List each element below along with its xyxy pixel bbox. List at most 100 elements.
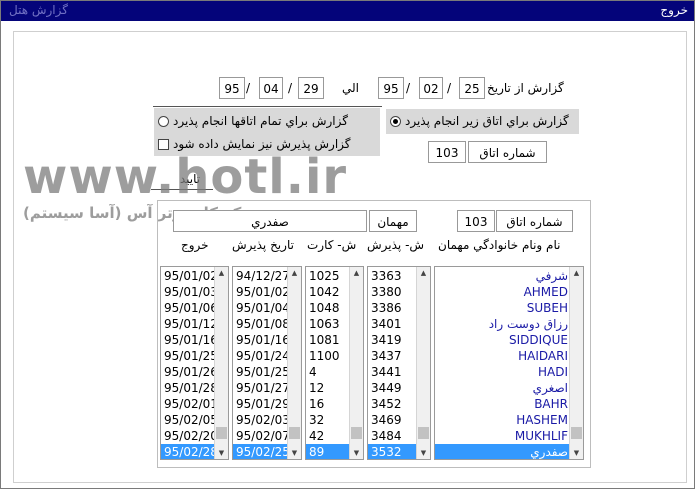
checkin-number-cell[interactable]: 3401 xyxy=(368,316,417,332)
from-month-field[interactable]: 02 xyxy=(419,77,443,99)
scroll-thumb[interactable] xyxy=(418,427,429,439)
checkout-date-cell[interactable]: 95/01/25 xyxy=(161,348,218,364)
checkin-number-cell[interactable]: 3386 xyxy=(368,300,417,316)
guest-name-cell[interactable]: MUKHLIF xyxy=(435,428,570,444)
checkout-date-cell[interactable]: 95/02/05 xyxy=(161,412,218,428)
list-scrollbar[interactable]: ▲ ▼ xyxy=(416,267,430,459)
checkout-date-list[interactable]: 95/01/02 95/01/03 95/01/06 95/01/12 95/01/16… xyxy=(160,266,229,460)
guest-name-cell[interactable]: رزاق دوست راد xyxy=(435,316,570,332)
checkin-date-list[interactable]: 94/12/27 95/01/02 95/01/04 95/01/08 95/01/16… xyxy=(232,266,302,460)
checkin-date-cell[interactable]: 95/01/04 xyxy=(233,300,290,316)
to-month-field[interactable]: 04 xyxy=(259,77,283,99)
guest-name-cell[interactable]: HADI xyxy=(435,364,570,380)
checkin-number-cell[interactable]: 3532 xyxy=(368,444,417,459)
list-scrollbar[interactable]: ▲ ▼ xyxy=(214,267,228,459)
checkout-date-cell[interactable]: 95/01/02 xyxy=(161,268,218,284)
scroll-down-icon[interactable]: ▼ xyxy=(570,447,583,459)
card-number-cell[interactable]: 1025 xyxy=(306,268,350,284)
guest-name-list[interactable]: شرفي AHMED SUBEH رزاق دوست راد SIDDIQUE HAIDA… xyxy=(434,266,584,460)
checkin-number-list[interactable]: 3363 3380 3386 3401 3419 3437 3441 3449 3452 3469… xyxy=(367,266,431,460)
card-number-cell[interactable]: 4 xyxy=(306,364,350,380)
checkout-date-cell[interactable]: 95/01/28 xyxy=(161,380,218,396)
card-number-cell[interactable]: 1048 xyxy=(306,300,350,316)
scroll-thumb[interactable] xyxy=(571,427,582,439)
from-date-label: گزارش از تاريخ xyxy=(487,81,564,95)
guest-name-cell[interactable]: HASHEM xyxy=(435,412,570,428)
card-number-cell[interactable]: 16 xyxy=(306,396,350,412)
card-number-cell[interactable]: 1081 xyxy=(306,332,350,348)
single-room-radio[interactable] xyxy=(390,116,401,127)
card-number-cell[interactable]: 12 xyxy=(306,380,350,396)
scroll-down-icon[interactable]: ▼ xyxy=(350,447,363,459)
scroll-up-icon[interactable]: ▲ xyxy=(350,267,363,279)
checkin-number-cell[interactable]: 3441 xyxy=(368,364,417,380)
checkout-date-cell[interactable]: 95/01/06 xyxy=(161,300,218,316)
title-bar: گزارش هتل خروج xyxy=(1,1,694,21)
checkout-date-cell[interactable]: 95/01/26 xyxy=(161,364,218,380)
checkout-date-cell[interactable]: 95/02/20 xyxy=(161,428,218,444)
checkin-date-cell[interactable]: 94/12/27 xyxy=(233,268,290,284)
card-number-cell[interactable]: 1042 xyxy=(306,284,350,300)
checkin-number-cell[interactable]: 3484 xyxy=(368,428,417,444)
card-number-cell[interactable]: 32 xyxy=(306,412,350,428)
scroll-thumb[interactable] xyxy=(216,427,227,439)
column-header-checkout: خروج xyxy=(181,238,209,252)
scroll-up-icon[interactable]: ▲ xyxy=(288,267,301,279)
guest-name-cell[interactable]: SIDDIQUE xyxy=(435,332,570,348)
guest-name-cell[interactable]: اصغري xyxy=(435,380,570,396)
checkin-number-cell[interactable]: 3380 xyxy=(368,284,417,300)
column-header-checkin-no: ش- پذيرش xyxy=(367,238,425,252)
list-scrollbar[interactable]: ▲ ▼ xyxy=(349,267,363,459)
guest-name-cell[interactable]: BAHR xyxy=(435,396,570,412)
to-day-field[interactable]: 29 xyxy=(298,77,324,99)
checkin-number-cell[interactable]: 3469 xyxy=(368,412,417,428)
card-number-list[interactable]: 1025 1042 1048 1063 1081 1100 4 12 16 32 42 89 ▲ ▼ xyxy=(305,266,364,460)
checkin-date-cell[interactable]: 95/01/25 xyxy=(233,364,290,380)
checkin-number-cell[interactable]: 3452 xyxy=(368,396,417,412)
checkout-date-cell[interactable]: 95/01/16 xyxy=(161,332,218,348)
scroll-down-icon[interactable]: ▼ xyxy=(215,447,228,459)
checkin-date-cell[interactable]: 95/02/03 xyxy=(233,412,290,428)
from-day-field[interactable]: 25 xyxy=(459,77,485,99)
checkin-number-cell[interactable]: 3437 xyxy=(368,348,417,364)
to-year-field[interactable]: 95 xyxy=(219,77,245,99)
guest-name-cell[interactable]: شرفي xyxy=(435,268,570,284)
date-separator: / xyxy=(406,81,411,95)
checkin-date-cell[interactable]: 95/02/07 xyxy=(233,428,290,444)
checkin-number-cell[interactable]: 3449 xyxy=(368,380,417,396)
guest-name-cell[interactable]: صفدري xyxy=(435,444,570,459)
from-year-field[interactable]: 95 xyxy=(378,77,404,99)
checkout-date-cell[interactable]: 95/01/03 xyxy=(161,284,218,300)
card-number-cell[interactable]: 42 xyxy=(306,428,350,444)
checkin-date-cell[interactable]: 95/01/16 xyxy=(233,332,290,348)
room-number-field[interactable]: 103 xyxy=(428,141,466,163)
checkin-date-cell[interactable]: 95/01/02 xyxy=(233,284,290,300)
scroll-down-icon[interactable]: ▼ xyxy=(417,447,430,459)
checkin-number-cell[interactable]: 3363 xyxy=(368,268,417,284)
scroll-down-icon[interactable]: ▼ xyxy=(288,447,301,459)
checkout-date-cell[interactable]: 95/02/28 xyxy=(161,444,218,459)
scroll-up-icon[interactable]: ▲ xyxy=(417,267,430,279)
list-scrollbar[interactable]: ▲ ▼ xyxy=(287,267,301,459)
scroll-thumb[interactable] xyxy=(289,427,300,439)
checkin-date-cell[interactable]: 95/01/29 xyxy=(233,396,290,412)
checkout-date-cell[interactable]: 95/02/01 xyxy=(161,396,218,412)
checkin-date-cell[interactable]: 95/01/27 xyxy=(233,380,290,396)
scroll-thumb[interactable] xyxy=(351,427,362,439)
checkin-date-cell[interactable]: 95/01/08 xyxy=(233,316,290,332)
checkin-date-cell[interactable]: 95/02/25 xyxy=(233,444,290,459)
guest-name-cell[interactable]: AHMED xyxy=(435,284,570,300)
card-number-cell[interactable]: 1063 xyxy=(306,316,350,332)
checkout-date-cell[interactable]: 95/01/12 xyxy=(161,316,218,332)
card-number-cell[interactable]: 1100 xyxy=(306,348,350,364)
checkin-number-cell[interactable]: 3419 xyxy=(368,332,417,348)
scroll-up-icon[interactable]: ▲ xyxy=(570,267,583,279)
guest-name-cell[interactable]: HAIDARI xyxy=(435,348,570,364)
checkin-date-cell[interactable]: 95/01/24 xyxy=(233,348,290,364)
card-number-cell[interactable]: 89 xyxy=(306,444,350,459)
all-rooms-radio[interactable] xyxy=(158,116,169,127)
list-scrollbar[interactable]: ▲ ▼ xyxy=(569,267,583,459)
scroll-up-icon[interactable]: ▲ xyxy=(215,267,228,279)
guest-name-cell[interactable]: SUBEH xyxy=(435,300,570,316)
report-window: گزارش هتل خروج گزارش از تاريخ 25 / 02 / … xyxy=(0,0,695,489)
